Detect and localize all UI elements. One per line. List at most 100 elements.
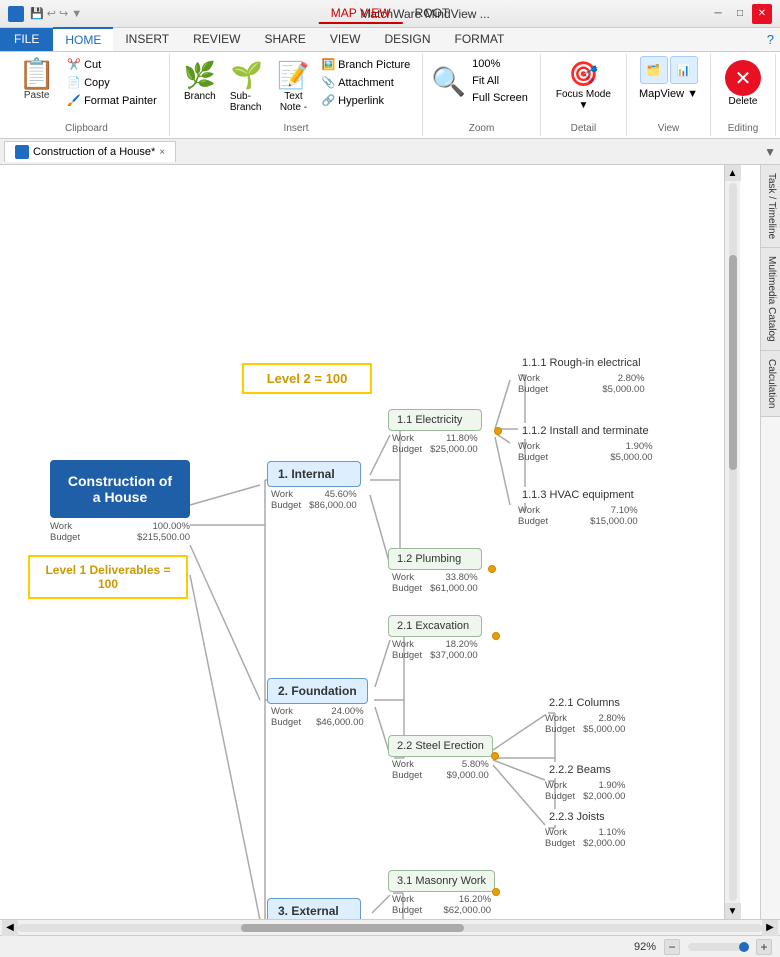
tab-root[interactable]: ROOT (403, 4, 462, 24)
beams-label: 2.2.2 Beams (549, 764, 611, 776)
scroll-h-thumb[interactable] (241, 924, 464, 932)
mapview-button[interactable]: MapView ▼ (635, 86, 702, 102)
app-icon (8, 6, 24, 22)
tab-file[interactable]: FILE (0, 28, 53, 51)
rough-in-stats: Work2.80% Budget$5,000.00 (518, 373, 645, 395)
copy-button[interactable]: 📄 Copy (63, 74, 160, 91)
zoom-level: 92% (634, 941, 656, 953)
panel-multimedia[interactable]: Multimedia Catalog (761, 248, 780, 351)
foundation-stats: Work24.00% Budget$46,000.00 (267, 706, 368, 728)
node-foundation[interactable]: 2. Foundation Work24.00% Budget$46,000.0… (267, 678, 368, 728)
panel-task-timeline[interactable]: Task / Timeline (761, 165, 780, 248)
node-excavation[interactable]: 2.1 Excavation Work18.20% Budget$37,000.… (388, 615, 482, 661)
maximize-button[interactable]: □ (730, 4, 750, 24)
tab-home[interactable]: HOME (53, 27, 113, 51)
foundation-label: 2. Foundation (278, 684, 357, 698)
node-columns[interactable]: 2.2.1 Columns Work2.80% Budget$5,000.00 (545, 695, 625, 735)
fit-all-button[interactable]: Fit All (468, 73, 532, 89)
zoom-in-button[interactable]: + (756, 939, 772, 955)
branch-button[interactable]: 🌿 Branch (178, 56, 222, 106)
tab-insert[interactable]: INSERT (113, 28, 181, 51)
node-steel-box: 2.2 Steel Erection (388, 735, 493, 757)
node-external[interactable]: 3. External Work30.40% Budget$83,500.00 (267, 898, 361, 919)
doc-tab-house[interactable]: Construction of a House* × (4, 141, 176, 162)
focus-mode-button[interactable]: 🎯 Focus Mode ▼ (549, 56, 618, 115)
node-electricity[interactable]: 1.1 Electricity Work11.80% Budget$25,000… (388, 409, 482, 455)
tab-design[interactable]: DESIGN (373, 28, 443, 51)
panel-calculation[interactable]: Calculation (761, 351, 780, 417)
node-internal[interactable]: 1. Internal Work45.60% Budget$86,000.00 (267, 461, 361, 511)
branch-picture-icon: 🖼️ (321, 58, 335, 71)
install-stats: Work1.90% Budget$5,000.00 (518, 441, 653, 463)
tab-review[interactable]: REVIEW (181, 28, 252, 51)
sub-branch-label: Sub-Branch (230, 91, 264, 113)
joists-stats: Work1.10% Budget$2,000.00 (545, 827, 625, 849)
minimize-button[interactable]: ─ (708, 4, 728, 24)
node-steel[interactable]: 2.2 Steel Erection Work5.80% Budget$9,00… (388, 735, 493, 781)
scroll-right-arrow[interactable]: ▶ (762, 920, 778, 936)
cut-label: Cut (84, 59, 101, 71)
ribbon: FILE HOME INSERT REVIEW SHARE VIEW DESIG… (0, 28, 780, 139)
scrollbar-vertical[interactable]: ▲ ▼ (724, 165, 740, 919)
close-button[interactable]: ✕ (752, 4, 772, 24)
node-masonry[interactable]: 3.1 Masonry Work Work16.20% Budget$62,00… (388, 870, 495, 916)
scroll-v-thumb[interactable] (729, 255, 737, 470)
tab-view[interactable]: VIEW (318, 28, 373, 51)
node-rough-in[interactable]: 1.1.1 Rough-in electrical Work2.80% Budg… (518, 355, 645, 395)
zoom-out-button[interactable]: − (664, 939, 680, 955)
sub-branch-icon: 🌱 (230, 60, 262, 91)
node-columns-box: 2.2.1 Columns (545, 695, 625, 711)
branch-icon: 🌿 (184, 60, 216, 91)
zoom-controls: 🔍 100% Fit All Full Screen (431, 56, 532, 106)
view-icon-2[interactable]: 📊 (670, 56, 698, 84)
scrollbar-horizontal[interactable]: ◀ ▶ (0, 919, 780, 935)
attachment-label: Attachment (338, 77, 394, 89)
node-beams[interactable]: 2.2.2 Beams Work1.90% Budget$2,000.00 (545, 762, 625, 802)
full-screen-button[interactable]: Full Screen (468, 90, 532, 106)
tab-format[interactable]: FORMAT (443, 28, 517, 51)
zoom-handle[interactable] (739, 942, 749, 952)
tab-map-view[interactable]: MAP VIEW (319, 4, 403, 24)
clipboard-label: Clipboard (65, 121, 108, 134)
sub-branch-button[interactable]: 🌱 Sub-Branch (224, 56, 270, 117)
clipboard-stack: ✂️ Cut 📄 Copy 🖌️ Format Painter (63, 56, 160, 109)
paste-button[interactable]: 📋 Paste (12, 56, 61, 105)
text-note-button[interactable]: 📝 Text Note - (271, 56, 315, 117)
zoom-100-button[interactable]: 100% (468, 56, 532, 72)
group-zoom: 🔍 100% Fit All Full Screen Zoom (423, 54, 541, 136)
tab-scroll-arrow[interactable]: ▼ (764, 145, 776, 159)
help-button[interactable]: ? (761, 28, 780, 51)
cut-button[interactable]: ✂️ Cut (63, 56, 160, 73)
copy-icon: 📄 (67, 76, 81, 89)
hyperlink-button[interactable]: 🔗 Hyperlink (317, 92, 414, 109)
node-plumbing[interactable]: 1.2 Plumbing Work33.80% Budget$61,000.00 (388, 548, 482, 594)
format-painter-button[interactable]: 🖌️ Format Painter (63, 92, 160, 109)
scroll-left-arrow[interactable]: ◀ (2, 920, 18, 936)
zoom-slider[interactable] (688, 943, 748, 951)
delete-button[interactable]: ✕ Delete (719, 56, 767, 111)
delete-label: Delete (729, 96, 758, 107)
quick-access[interactable]: 💾 ↩ ↪ ▼ (30, 7, 82, 20)
branch-picture-button[interactable]: 🖼️ Branch Picture (317, 56, 414, 73)
branch-label: Branch (184, 91, 216, 102)
level2-box: Level 2 = 100 (242, 363, 372, 394)
masonry-label: 3.1 Masonry Work (397, 875, 486, 887)
view-icon-1[interactable]: 🗂️ (640, 56, 668, 84)
group-insert: 🌿 Branch 🌱 Sub-Branch 📝 Text Note - 🖼️ B… (170, 54, 423, 136)
window-controls[interactable]: ─ □ ✕ (708, 4, 772, 24)
attachment-button[interactable]: 📎 Attachment (317, 74, 414, 91)
scroll-down-arrow[interactable]: ▼ (725, 903, 741, 919)
tab-share[interactable]: SHARE (252, 28, 317, 51)
node-joists[interactable]: 2.2.3 Joists Work1.10% Budget$2,000.00 (545, 809, 625, 849)
root-node[interactable]: Construction of a House Work100.00% Budg… (50, 460, 190, 543)
scroll-up-arrow[interactable]: ▲ (725, 165, 741, 181)
branch-picture-label: Branch Picture (338, 59, 410, 71)
level1-deliverables-box: Level 1 Deliverables = 100 (28, 555, 188, 599)
scroll-h-track[interactable] (18, 924, 762, 932)
internal-stats: Work45.60% Budget$86,000.00 (267, 489, 361, 511)
node-install[interactable]: 1.1.2 Install and terminate Work1.90% Bu… (518, 423, 653, 463)
scroll-v-track[interactable] (729, 183, 737, 901)
paste-label: Paste (24, 90, 50, 101)
doc-tab-close[interactable]: × (159, 147, 165, 158)
node-hvac[interactable]: 1.1.3 HVAC equipment Work7.10% Budget$15… (518, 487, 638, 527)
